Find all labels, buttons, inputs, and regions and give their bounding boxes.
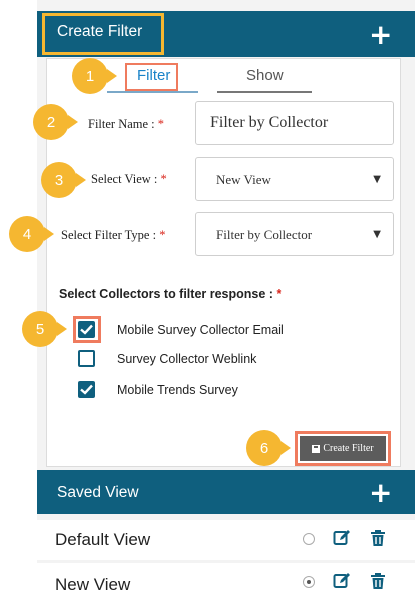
save-icon xyxy=(312,444,321,453)
trash-icon[interactable] xyxy=(370,572,386,590)
tab-show-underline xyxy=(217,91,312,93)
edit-icon[interactable] xyxy=(333,529,351,547)
tab-show[interactable]: Show xyxy=(246,67,284,84)
collector-label-mobile-email: Mobile Survey Collector Email xyxy=(117,323,284,337)
edit-icon[interactable] xyxy=(333,572,351,590)
plus-icon[interactable]: + xyxy=(369,21,392,49)
create-filter-button[interactable]: Create Filter xyxy=(300,436,386,461)
filter-type-dropdown[interactable]: Filter by Collector ▼ xyxy=(195,212,394,256)
collectors-section-title: Select Collectors to filter response : * xyxy=(59,287,282,301)
select-view-value: New View xyxy=(216,172,271,187)
collector-checkbox-mobile-trends[interactable] xyxy=(78,381,95,398)
create-filter-title: Create Filter xyxy=(57,23,143,40)
filter-type-value: Filter by Collector xyxy=(216,227,313,242)
filter-name-label: Filter Name : * xyxy=(88,117,165,131)
saved-view-name: Default View xyxy=(55,530,151,549)
collector-label-weblink: Survey Collector Weblink xyxy=(117,352,257,366)
caret-down-icon: ▼ xyxy=(373,174,381,185)
tab-filter[interactable]: Filter xyxy=(137,67,170,84)
plus-icon[interactable]: + xyxy=(369,479,392,507)
tab-filter-underline xyxy=(107,91,198,93)
filter-type-label: Select Filter Type : * xyxy=(61,228,166,242)
select-view-dropdown[interactable]: New View ▼ xyxy=(195,157,394,201)
step-badge-4: 4 xyxy=(9,216,54,252)
create-filter-button-label: Create Filter xyxy=(323,443,374,454)
filter-name-input[interactable]: Filter by Collector xyxy=(195,101,394,145)
collector-checkbox-mobile-email[interactable] xyxy=(78,321,95,338)
step-badge-6: 6 xyxy=(246,430,291,466)
view-radio-default[interactable] xyxy=(303,533,315,545)
saved-view-title: Saved View xyxy=(57,484,139,501)
select-view-label: Select View : * xyxy=(91,172,167,186)
trash-icon[interactable] xyxy=(370,529,386,547)
step-badge-5: 5 xyxy=(22,311,67,347)
collector-checkbox-weblink[interactable] xyxy=(78,350,95,367)
collector-label-mobile-trends: Mobile Trends Survey xyxy=(117,383,238,397)
step-badge-3: 3 xyxy=(41,162,86,198)
saved-view-name: New View xyxy=(55,575,131,594)
view-radio-new[interactable] xyxy=(303,576,315,588)
step-badge-1: 1 xyxy=(72,58,117,94)
filter-name-value: Filter by Collector xyxy=(210,114,329,131)
caret-down-icon: ▼ xyxy=(373,229,381,240)
step-badge-2: 2 xyxy=(33,104,78,140)
